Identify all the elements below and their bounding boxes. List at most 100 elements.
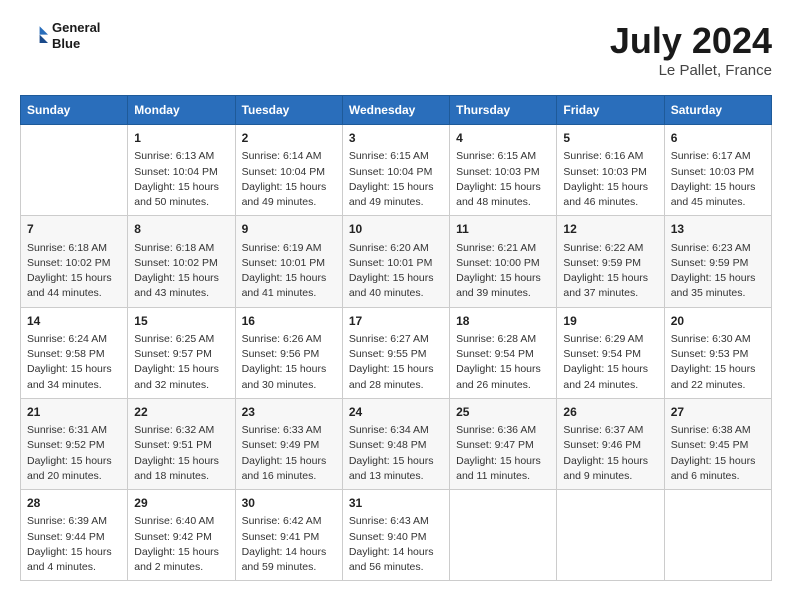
day-number: 29 bbox=[134, 495, 228, 512]
logo-icon bbox=[20, 22, 48, 50]
calendar-cell: 4 Sunrise: 6:15 AMSunset: 10:03 PMDayligh… bbox=[450, 125, 557, 216]
page-header: General Blue July 2024 Le Pallet, France bbox=[20, 20, 772, 79]
day-number: 9 bbox=[242, 221, 336, 238]
cell-content: Sunrise: 6:36 AMSunset: 9:47 PMDaylight:… bbox=[456, 423, 550, 484]
calendar-cell: 3 Sunrise: 6:15 AMSunset: 10:04 PMDayligh… bbox=[342, 125, 449, 216]
day-number: 10 bbox=[349, 221, 443, 238]
day-number: 25 bbox=[456, 404, 550, 421]
calendar-cell: 7Sunrise: 6:18 AMSunset: 10:02 PMDayligh… bbox=[21, 216, 128, 307]
calendar-cell: 26 Sunrise: 6:37 AMSunset: 9:46 PMDayligh… bbox=[557, 398, 664, 489]
day-number: 12 bbox=[563, 221, 657, 238]
cell-content: Sunrise: 6:34 AMSunset: 9:48 PMDaylight:… bbox=[349, 423, 443, 484]
calendar-cell: 18 Sunrise: 6:28 AMSunset: 9:54 PMDayligh… bbox=[450, 307, 557, 398]
cell-content: Sunrise: 6:31 AMSunset: 9:52 PMDaylight:… bbox=[27, 423, 121, 484]
header-row: SundayMondayTuesdayWednesdayThursdayFrid… bbox=[21, 96, 772, 125]
calendar-cell bbox=[21, 125, 128, 216]
calendar-cell: 22Sunrise: 6:32 AMSunset: 9:51 PMDayligh… bbox=[128, 398, 235, 489]
header-cell-saturday: Saturday bbox=[664, 96, 771, 125]
month-title: July 2024 bbox=[610, 20, 772, 62]
calendar-cell: 12 Sunrise: 6:22 AMSunset: 9:59 PMDayligh… bbox=[557, 216, 664, 307]
day-number: 18 bbox=[456, 313, 550, 330]
logo: General Blue bbox=[20, 20, 100, 51]
day-number: 3 bbox=[349, 130, 443, 147]
day-number: 7 bbox=[27, 221, 121, 238]
logo-line1: General bbox=[52, 20, 100, 36]
cell-content: Sunrise: 6:29 AMSunset: 9:54 PMDaylight:… bbox=[563, 332, 657, 393]
day-number: 4 bbox=[456, 130, 550, 147]
location: Le Pallet, France bbox=[610, 62, 772, 79]
cell-content: Sunrise: 6:32 AMSunset: 9:51 PMDaylight:… bbox=[134, 423, 228, 484]
cell-content: Sunrise: 6:23 AMSunset: 9:59 PMDaylight:… bbox=[671, 241, 765, 302]
day-number: 28 bbox=[27, 495, 121, 512]
calendar-cell: 8 Sunrise: 6:18 AMSunset: 10:02 PMDayligh… bbox=[128, 216, 235, 307]
calendar-cell: 28 Sunrise: 6:39 AMSunset: 9:44 PMDayligh… bbox=[21, 490, 128, 581]
calendar-cell: 15Sunrise: 6:25 AMSunset: 9:57 PMDayligh… bbox=[128, 307, 235, 398]
calendar-cell: 10 Sunrise: 6:20 AMSunset: 10:01 PMDaylig… bbox=[342, 216, 449, 307]
day-number: 16 bbox=[242, 313, 336, 330]
cell-content: Sunrise: 6:28 AMSunset: 9:54 PMDaylight:… bbox=[456, 332, 550, 393]
calendar-cell: 17 Sunrise: 6:27 AMSunset: 9:55 PMDayligh… bbox=[342, 307, 449, 398]
day-number: 31 bbox=[349, 495, 443, 512]
logo-line2: Blue bbox=[52, 36, 100, 52]
header-cell-tuesday: Tuesday bbox=[235, 96, 342, 125]
calendar-cell bbox=[450, 490, 557, 581]
day-number: 8 bbox=[134, 221, 228, 238]
cell-content: Sunrise: 6:14 AMSunset: 10:04 PMDaylight… bbox=[242, 149, 336, 210]
header-cell-wednesday: Wednesday bbox=[342, 96, 449, 125]
cell-content: Sunrise: 6:22 AMSunset: 9:59 PMDaylight:… bbox=[563, 241, 657, 302]
day-number: 17 bbox=[349, 313, 443, 330]
cell-content: Sunrise: 6:24 AMSunset: 9:58 PMDaylight:… bbox=[27, 332, 121, 393]
cell-content: Sunrise: 6:30 AMSunset: 9:53 PMDaylight:… bbox=[671, 332, 765, 393]
logo-text: General Blue bbox=[52, 20, 100, 51]
cell-content: Sunrise: 6:20 AMSunset: 10:01 PMDaylight… bbox=[349, 241, 443, 302]
calendar-cell: 13Sunrise: 6:23 AMSunset: 9:59 PMDayligh… bbox=[664, 216, 771, 307]
cell-content: Sunrise: 6:19 AMSunset: 10:01 PMDaylight… bbox=[242, 241, 336, 302]
day-number: 14 bbox=[27, 313, 121, 330]
calendar-cell: 21Sunrise: 6:31 AMSunset: 9:52 PMDayligh… bbox=[21, 398, 128, 489]
day-number: 24 bbox=[349, 404, 443, 421]
calendar-cell bbox=[557, 490, 664, 581]
cell-content: Sunrise: 6:15 AMSunset: 10:03 PMDaylight… bbox=[456, 149, 550, 210]
calendar-cell: 30Sunrise: 6:42 AMSunset: 9:41 PMDayligh… bbox=[235, 490, 342, 581]
calendar-body: 1Sunrise: 6:13 AMSunset: 10:04 PMDayligh… bbox=[21, 125, 772, 581]
calendar-cell: 16 Sunrise: 6:26 AMSunset: 9:56 PMDayligh… bbox=[235, 307, 342, 398]
day-number: 11 bbox=[456, 221, 550, 238]
calendar-cell: 9 Sunrise: 6:19 AMSunset: 10:01 PMDayligh… bbox=[235, 216, 342, 307]
cell-content: Sunrise: 6:39 AMSunset: 9:44 PMDaylight:… bbox=[27, 514, 121, 575]
calendar-cell: 1Sunrise: 6:13 AMSunset: 10:04 PMDayligh… bbox=[128, 125, 235, 216]
calendar-cell: 6 Sunrise: 6:17 AMSunset: 10:03 PMDayligh… bbox=[664, 125, 771, 216]
calendar-cell: 14 Sunrise: 6:24 AMSunset: 9:58 PMDayligh… bbox=[21, 307, 128, 398]
day-number: 26 bbox=[563, 404, 657, 421]
cell-content: Sunrise: 6:37 AMSunset: 9:46 PMDaylight:… bbox=[563, 423, 657, 484]
calendar-cell: 27Sunrise: 6:38 AMSunset: 9:45 PMDayligh… bbox=[664, 398, 771, 489]
calendar-cell: 23Sunrise: 6:33 AMSunset: 9:49 PMDayligh… bbox=[235, 398, 342, 489]
calendar-cell bbox=[664, 490, 771, 581]
cell-content: Sunrise: 6:17 AMSunset: 10:03 PMDaylight… bbox=[671, 149, 765, 210]
header-cell-monday: Monday bbox=[128, 96, 235, 125]
cell-content: Sunrise: 6:15 AMSunset: 10:04 PMDaylight… bbox=[349, 149, 443, 210]
day-number: 1 bbox=[134, 130, 228, 147]
calendar-week-3: 14 Sunrise: 6:24 AMSunset: 9:58 PMDayligh… bbox=[21, 307, 772, 398]
day-number: 6 bbox=[671, 130, 765, 147]
cell-content: Sunrise: 6:16 AMSunset: 10:03 PMDaylight… bbox=[563, 149, 657, 210]
header-cell-friday: Friday bbox=[557, 96, 664, 125]
cell-content: Sunrise: 6:26 AMSunset: 9:56 PMDaylight:… bbox=[242, 332, 336, 393]
calendar-cell: 25 Sunrise: 6:36 AMSunset: 9:47 PMDayligh… bbox=[450, 398, 557, 489]
calendar-week-1: 1Sunrise: 6:13 AMSunset: 10:04 PMDayligh… bbox=[21, 125, 772, 216]
cell-content: Sunrise: 6:27 AMSunset: 9:55 PMDaylight:… bbox=[349, 332, 443, 393]
day-number: 20 bbox=[671, 313, 765, 330]
calendar-table: SundayMondayTuesdayWednesdayThursdayFrid… bbox=[20, 95, 772, 581]
calendar-cell: 31Sunrise: 6:43 AMSunset: 9:40 PMDayligh… bbox=[342, 490, 449, 581]
cell-content: Sunrise: 6:40 AMSunset: 9:42 PMDaylight:… bbox=[134, 514, 228, 575]
cell-content: Sunrise: 6:18 AMSunset: 10:02 PMDaylight… bbox=[134, 241, 228, 302]
title-block: July 2024 Le Pallet, France bbox=[610, 20, 772, 79]
header-cell-thursday: Thursday bbox=[450, 96, 557, 125]
calendar-cell: 11Sunrise: 6:21 AMSunset: 10:00 PMDaylig… bbox=[450, 216, 557, 307]
calendar-cell: 5Sunrise: 6:16 AMSunset: 10:03 PMDayligh… bbox=[557, 125, 664, 216]
cell-content: Sunrise: 6:25 AMSunset: 9:57 PMDaylight:… bbox=[134, 332, 228, 393]
calendar-week-5: 28 Sunrise: 6:39 AMSunset: 9:44 PMDayligh… bbox=[21, 490, 772, 581]
calendar-week-4: 21Sunrise: 6:31 AMSunset: 9:52 PMDayligh… bbox=[21, 398, 772, 489]
day-number: 2 bbox=[242, 130, 336, 147]
day-number: 19 bbox=[563, 313, 657, 330]
day-number: 23 bbox=[242, 404, 336, 421]
